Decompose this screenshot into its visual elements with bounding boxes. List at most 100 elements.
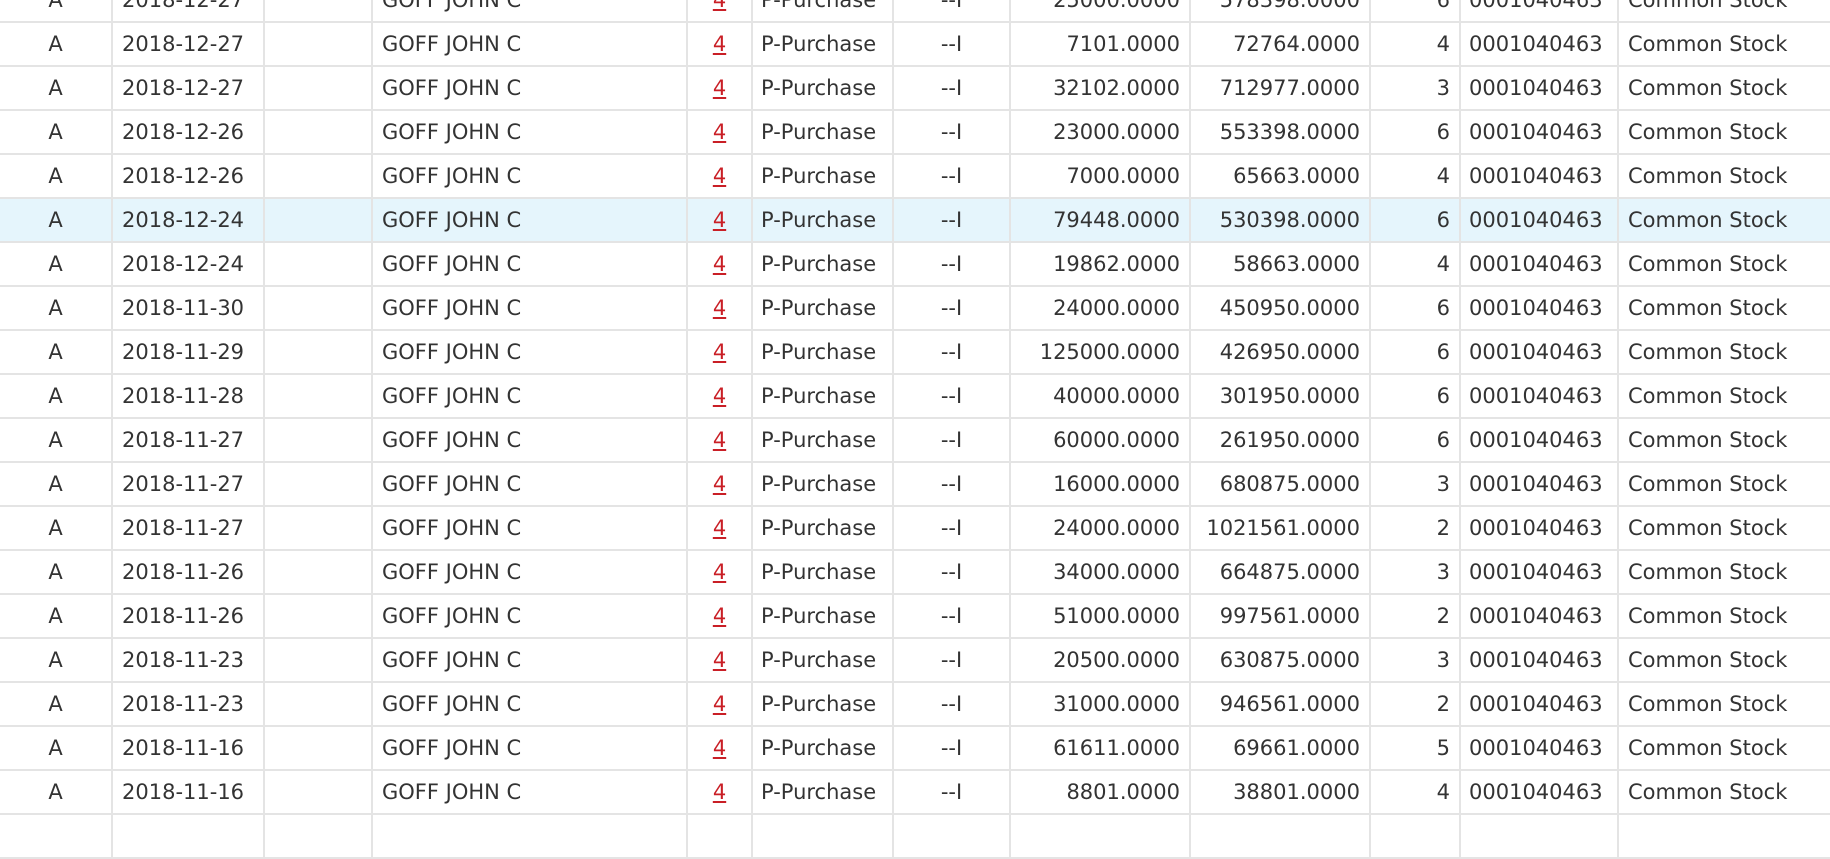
cell-owned-after: 997561.0000: [1190, 594, 1371, 639]
cell-owned-after: 1021561.0000: [1190, 506, 1371, 551]
cell-filing-date: 2018-12-27: [112, 22, 265, 67]
cell-owned-after: 426950.0000: [1190, 330, 1371, 375]
cell-filing-date: 2018-12-27: [112, 66, 265, 111]
cell-shares: 32102.0000: [1010, 66, 1191, 111]
form-4-link[interactable]: 4: [713, 76, 726, 100]
cell-security-title: Common Stock: [1618, 462, 1830, 507]
form-4-link[interactable]: 4: [713, 384, 726, 408]
cell-ownership: --I: [893, 506, 1011, 551]
cell-filing-date: [112, 814, 265, 859]
form-4-link[interactable]: 4: [713, 340, 726, 364]
cell-cik: 0001040463: [1460, 638, 1619, 683]
table-row: A 2018-11-28 GOFF JOHN C 4 P-Purchase --I 4000…: [0, 374, 1830, 419]
form-4-link[interactable]: 4: [713, 32, 726, 56]
cell-ownership: --I: [893, 682, 1011, 727]
form-4-link[interactable]: 4: [713, 164, 726, 188]
cell-insider-name: [372, 814, 688, 859]
cell-ownership: --I: [893, 286, 1011, 331]
cell-filing-date: 2018-11-23: [112, 682, 265, 727]
cell-blank: [264, 418, 373, 463]
cell-blank: [264, 0, 373, 23]
cell-owned-after: 712977.0000: [1190, 66, 1371, 111]
cell-trade-type: P-Purchase: [752, 682, 894, 727]
cell-owned-after: 38801.0000: [1190, 770, 1371, 815]
cell-shares: 125000.0000: [1010, 330, 1191, 375]
cell-form: 4: [687, 594, 753, 639]
cell-x: A: [0, 330, 113, 375]
cell-ownership: --I: [893, 154, 1011, 199]
form-4-link[interactable]: 4: [713, 428, 726, 452]
form-4-link[interactable]: 4: [713, 208, 726, 232]
cell-x: A: [0, 198, 113, 243]
insider-trades-table-container: A2018-12-27GOFF JOHN C4P-Purchase--I2500…: [0, 0, 1830, 859]
cell-cik: 0001040463: [1460, 418, 1619, 463]
cell-ownership: --I: [893, 374, 1011, 419]
form-4-link[interactable]: 4: [713, 296, 726, 320]
cell-shares: 19862.0000: [1010, 242, 1191, 287]
cell-owned-after: 530398.0000: [1190, 198, 1371, 243]
cell-blank: [264, 22, 373, 67]
cell-filing-date: 2018-11-29: [112, 330, 265, 375]
cell-code: 6: [1370, 0, 1461, 23]
cell-owned-after: 578398.0000: [1190, 0, 1371, 23]
cell-cik: 0001040463: [1460, 0, 1619, 23]
table-body: A2018-12-27GOFF JOHN C4P-Purchase--I2500…: [0, 0, 1830, 859]
form-4-link[interactable]: 4: [713, 780, 726, 804]
cell-code: 3: [1370, 462, 1461, 507]
form-4-link[interactable]: 4: [713, 252, 726, 276]
cell-insider-name: GOFF JOHN C: [372, 154, 688, 199]
cell-security-title: Common Stock: [1618, 242, 1830, 287]
cell-trade-type: P-Purchase: [752, 286, 894, 331]
cell-blank: [264, 770, 373, 815]
form-4-link[interactable]: 4: [713, 516, 726, 540]
cell-code: 6: [1370, 418, 1461, 463]
cell-trade-type: P-Purchase: [752, 22, 894, 67]
table-row: A 2018-12-26 GOFF JOHN C 4 P-Purchase --I 7000…: [0, 154, 1830, 199]
cell-trade-type: P-Purchase: [752, 550, 894, 595]
cell-owned-after: 301950.0000: [1190, 374, 1371, 419]
cell-blank: [264, 726, 373, 771]
cell-shares: 16000.0000: [1010, 462, 1191, 507]
cell-trade-type: P-Purchase: [752, 506, 894, 551]
form-4-link[interactable]: 4: [713, 648, 726, 672]
cell-ownership: --I: [893, 418, 1011, 463]
cell-ownership: --I: [893, 242, 1011, 287]
form-4-link[interactable]: 4: [713, 0, 726, 12]
cell-x: A: [0, 0, 113, 23]
cell-form: 4: [687, 506, 753, 551]
cell-shares: 31000.0000: [1010, 682, 1191, 727]
cell-blank: [264, 682, 373, 727]
cell-form: 4: [687, 22, 753, 67]
cell-owned-after: 553398.0000: [1190, 110, 1371, 155]
cell-blank: [264, 66, 373, 111]
form-4-link[interactable]: 4: [713, 692, 726, 716]
cell-code: [1370, 814, 1461, 859]
cell-security-title: Common Stock: [1618, 418, 1830, 463]
form-4-link[interactable]: 4: [713, 604, 726, 628]
form-4-link[interactable]: 4: [713, 560, 726, 584]
form-4-link[interactable]: 4: [713, 120, 726, 144]
cell-ownership: --I: [893, 110, 1011, 155]
cell-filing-date: 2018-11-27: [112, 462, 265, 507]
cell-ownership: --I: [893, 462, 1011, 507]
cell-owned-after: 69661.0000: [1190, 726, 1371, 771]
cell-shares: 20500.0000: [1010, 638, 1191, 683]
cell-filing-date: 2018-11-16: [112, 726, 265, 771]
cell-code: 2: [1370, 682, 1461, 727]
cell-trade-type: P-Purchase: [752, 374, 894, 419]
cell-security-title: Common Stock: [1618, 66, 1830, 111]
cell-code: 4: [1370, 154, 1461, 199]
form-4-link[interactable]: 4: [713, 736, 726, 760]
cell-cik: 0001040463: [1460, 374, 1619, 419]
cell-security-title: Common Stock: [1618, 330, 1830, 375]
cell-blank: [264, 242, 373, 287]
cell-security-title: Common Stock: [1618, 726, 1830, 771]
cell-cik: 0001040463: [1460, 550, 1619, 595]
cell-shares: 79448.0000: [1010, 198, 1191, 243]
cell-security-title: Common Stock: [1618, 374, 1830, 419]
cell-form: 4: [687, 198, 753, 243]
cell-ownership: --I: [893, 330, 1011, 375]
cell-code: 4: [1370, 242, 1461, 287]
cell-filing-date: 2018-11-16: [112, 770, 265, 815]
form-4-link[interactable]: 4: [713, 472, 726, 496]
